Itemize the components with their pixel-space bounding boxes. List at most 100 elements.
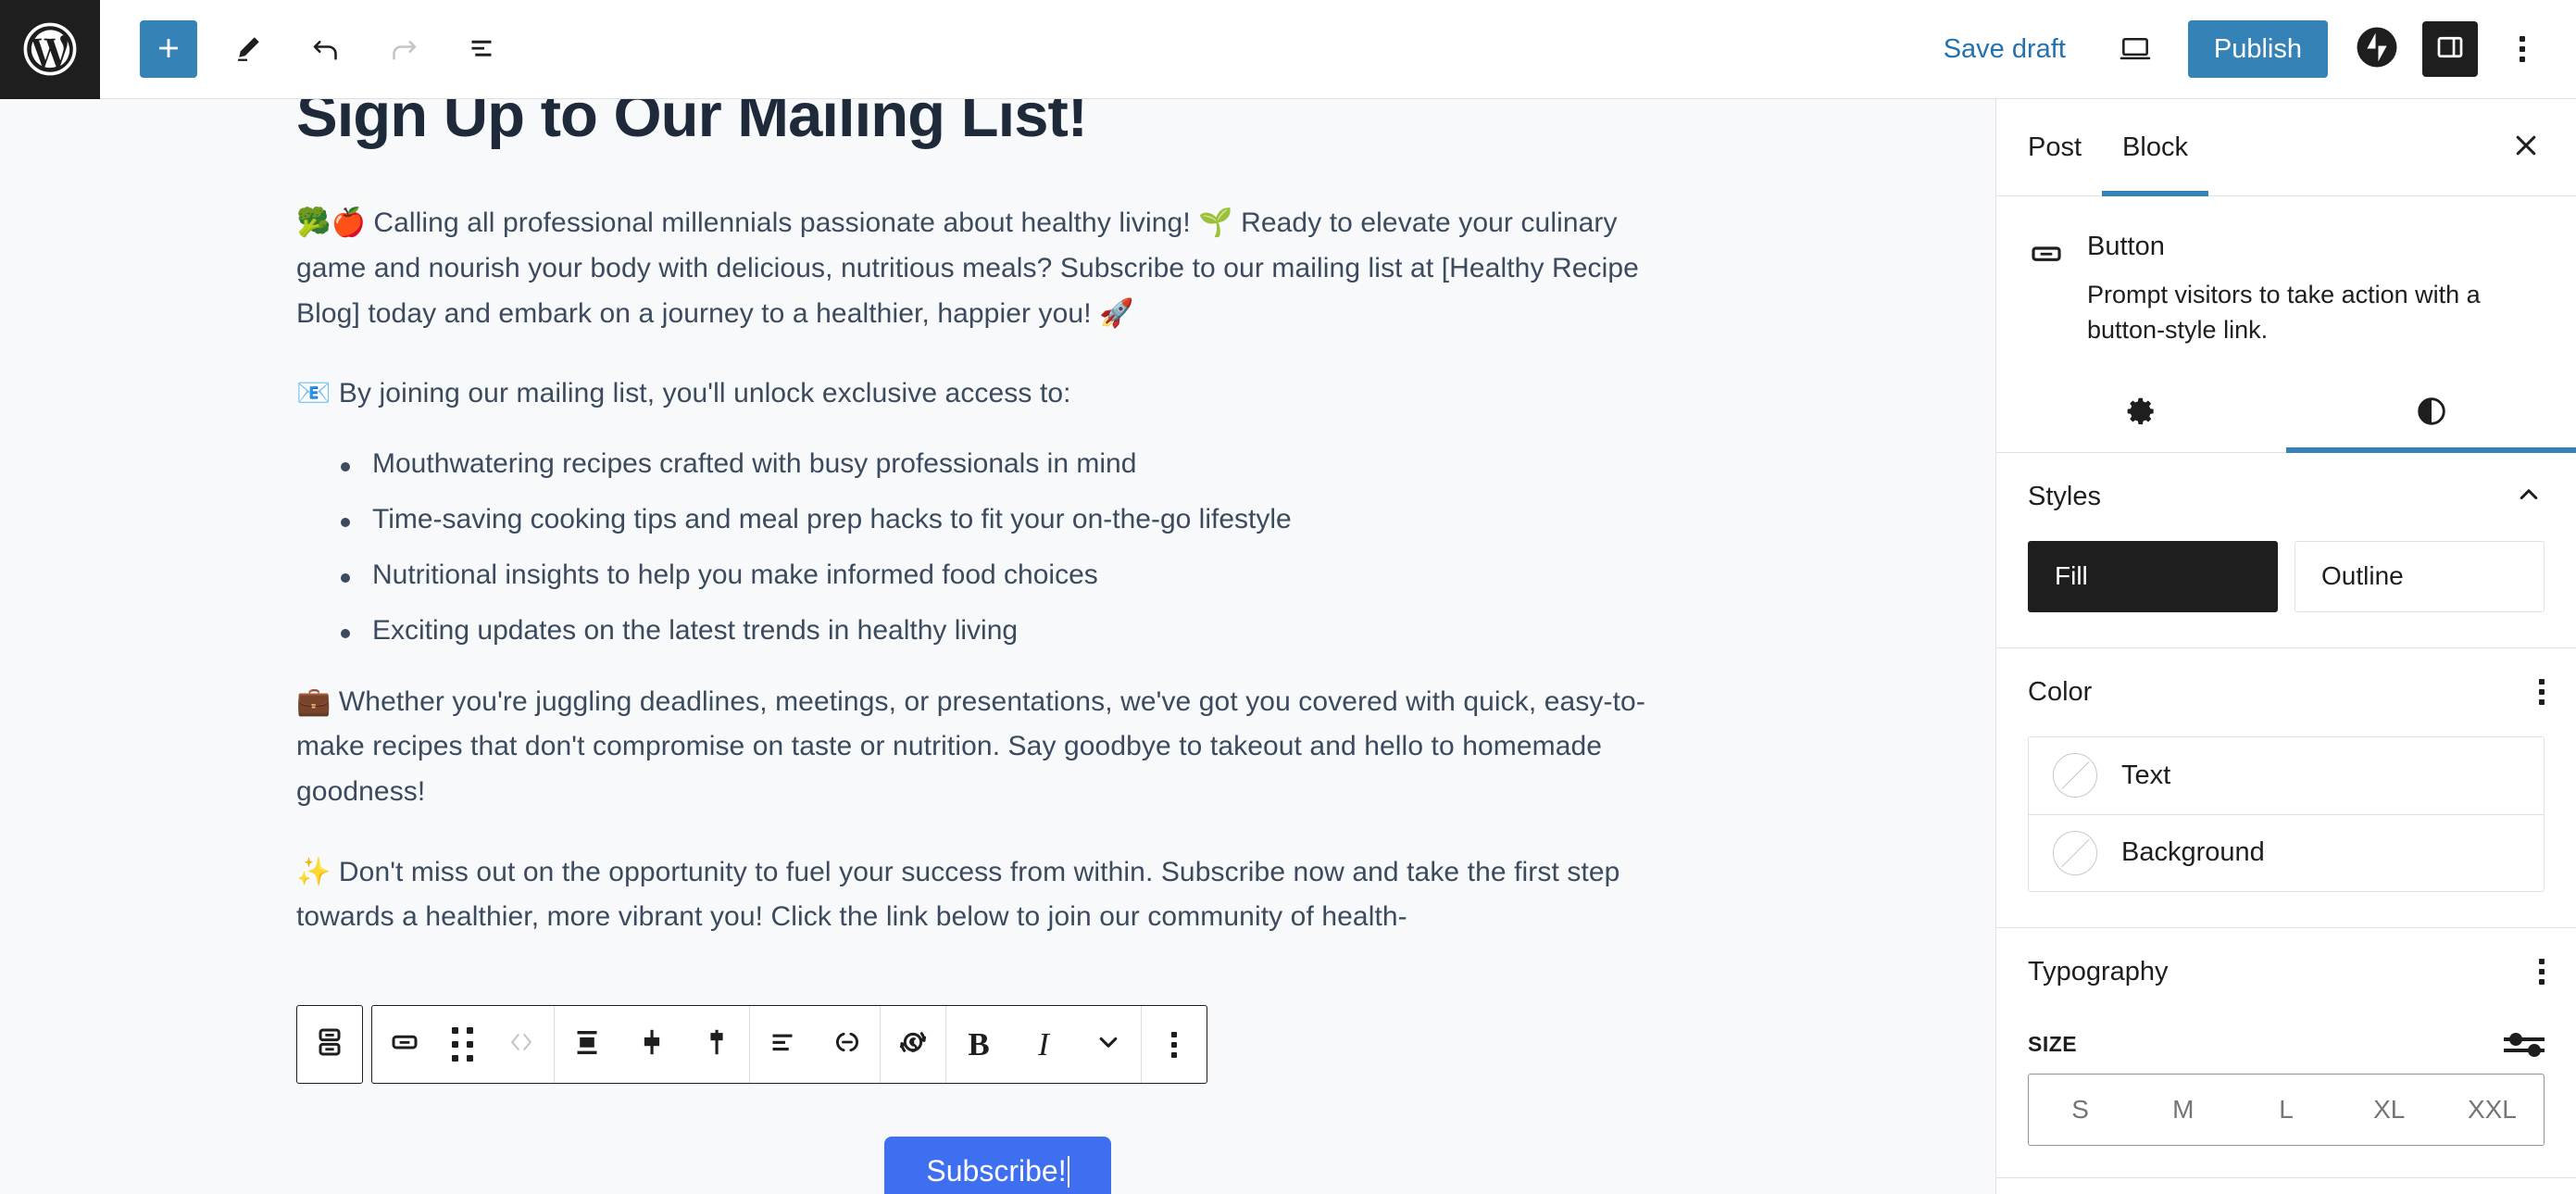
typography-section-header: Typography [2028, 928, 2545, 1016]
redo-button[interactable] [373, 19, 434, 80]
settings-sidebar: Post Block Button Prompt visitors to tak… [1995, 99, 2576, 1194]
tab-post[interactable]: Post [2007, 99, 2102, 196]
close-sidebar-button[interactable] [2500, 121, 2552, 173]
publish-button[interactable]: Publish [2187, 20, 2328, 78]
details-button[interactable] [451, 19, 512, 80]
desktop-icon [2118, 30, 2153, 69]
font-size-xxl[interactable]: XXL [2441, 1075, 2544, 1145]
styles-section-title: Styles [2028, 481, 2101, 511]
align-text-button[interactable] [750, 1006, 815, 1083]
text-caret [1067, 1156, 1069, 1188]
gear-icon [2124, 394, 2159, 434]
block-type-button[interactable] [372, 1006, 437, 1083]
align-bottom-icon [700, 1025, 733, 1063]
settings-tab[interactable] [1996, 376, 2286, 452]
preview-device-button[interactable] [2107, 20, 2164, 78]
more-formatting-button[interactable] [1076, 1006, 1141, 1083]
buttons-block: Subscribe! [0, 1137, 1995, 1194]
color-section-header: Color [2028, 648, 2545, 736]
align-middle-icon [635, 1025, 669, 1063]
block-card-icon [2028, 232, 2065, 348]
three-dots-vertical-icon[interactable] [2539, 679, 2545, 706]
undo-button[interactable] [295, 19, 356, 80]
block-card-title: Button [2087, 232, 2165, 261]
styles-tab[interactable] [2286, 376, 2576, 453]
tab-block[interactable]: Block [2102, 99, 2208, 196]
page-title[interactable]: Sign Up to Our Mailing List! [296, 99, 1685, 149]
align-bottom-button[interactable] [684, 1006, 749, 1083]
drag-handle[interactable] [437, 1006, 489, 1083]
list-item[interactable]: Time-saving cooking tips and meal prep h… [341, 505, 1685, 534]
link-icon [831, 1025, 864, 1063]
paragraph-block-2[interactable]: 📧 By joining our mailing list, you'll un… [296, 371, 1685, 417]
color-section: Color Text Background [1996, 648, 2576, 892]
no-color-swatch-icon [2053, 830, 2097, 875]
save-draft-button[interactable]: Save draft [1925, 25, 2084, 74]
chevron-up-icon[interactable] [2513, 479, 2545, 515]
italic-button[interactable]: I [1011, 1006, 1076, 1083]
style-option-fill[interactable]: Fill [2028, 540, 2278, 612]
three-dots-vertical-icon[interactable] [2539, 959, 2545, 986]
buttons-block-icon [311, 1024, 348, 1065]
insert-link-button[interactable] [815, 1006, 880, 1083]
redo-icon [387, 31, 420, 68]
size-control-header: SIZE [2028, 1016, 2545, 1074]
list-view-icon [465, 31, 498, 68]
select-parent-buttons-block[interactable] [297, 1006, 362, 1083]
font-size-m[interactable]: M [2132, 1075, 2234, 1145]
sidebar-tabs: Post Block [1996, 99, 2576, 196]
editor-header: Save draft Publish [0, 0, 2576, 99]
sidebar-panel-icon [2433, 31, 2467, 69]
font-size-l[interactable]: L [2234, 1075, 2337, 1145]
contrast-icon [2414, 394, 2449, 434]
styles-section-header[interactable]: Styles [2028, 453, 2545, 541]
color-option-text[interactable]: Text [2029, 736, 2544, 814]
align-middle-button[interactable] [619, 1006, 684, 1083]
sliders-icon[interactable] [2504, 1032, 2545, 1057]
ai-assistant-button[interactable] [881, 1006, 945, 1083]
paragraph-block-4[interactable]: ✨ Don't miss out on the opportunity to f… [296, 850, 1685, 940]
align-top-button[interactable] [555, 1006, 619, 1083]
paragraph-block-1[interactable]: 🥦🍎 Calling all professional millennials … [296, 201, 1685, 336]
parent-block-group [296, 1005, 363, 1084]
move-block-button[interactable] [489, 1006, 554, 1083]
list-item[interactable]: Mouthwatering recipes crafted with busy … [341, 449, 1685, 478]
ai-refresh-icon [894, 1024, 932, 1065]
header-right-toolbar: Save draft Publish [1925, 20, 2576, 78]
font-size-xl[interactable]: XL [2338, 1075, 2441, 1145]
pencil-icon [232, 32, 264, 67]
size-label: SIZE [2028, 1032, 2078, 1057]
button-block-icon [388, 1025, 421, 1063]
edit-tool-button[interactable] [218, 19, 279, 80]
style-option-outline[interactable]: Outline [2295, 540, 2545, 612]
editor-options-menu-button[interactable] [2496, 23, 2548, 75]
subscribe-button-label: Subscribe! [926, 1154, 1067, 1188]
font-size-s[interactable]: S [2029, 1075, 2132, 1145]
align-top-icon [570, 1025, 604, 1063]
list-item[interactable]: Exciting updates on the latest trends in… [341, 616, 1685, 645]
add-block-button[interactable] [140, 20, 197, 78]
wordpress-logo [21, 20, 79, 78]
plus-icon [153, 32, 184, 67]
typography-section-title: Typography [2028, 956, 2169, 987]
block-card-description: Prompt visitors to take action with a bu… [2087, 281, 2481, 345]
list-item[interactable]: Nutritional insights to help you make in… [341, 560, 1685, 589]
subscribe-button[interactable]: Subscribe! [884, 1137, 1111, 1194]
color-option-background[interactable]: Background [2029, 813, 2544, 891]
wordpress-logo-button[interactable] [0, 0, 100, 99]
paragraph-block-3[interactable]: 💼 Whether you're juggling deadlines, mee… [296, 680, 1685, 815]
undo-icon [309, 31, 343, 68]
settings-sidebar-toggle[interactable] [2422, 21, 2478, 77]
styles-section: Styles Fill Outline [1996, 453, 2576, 647]
color-options-list: Text Background [2028, 735, 2545, 892]
style-variation-options: Fill Outline [2028, 540, 2545, 647]
block-card: Button Prompt visitors to take action wi… [1996, 196, 2576, 367]
drag-grip-icon [452, 1027, 474, 1062]
sidebar-icon-tabs [1996, 376, 2576, 453]
typography-section: Typography SIZE S M L XL XXL [1996, 928, 2576, 1146]
block-toolbar: B I [296, 1005, 1207, 1084]
bold-button[interactable]: B [946, 1006, 1011, 1083]
color-section-title: Color [2028, 676, 2093, 707]
block-options-button[interactable] [1142, 1006, 1207, 1083]
jetpack-button[interactable] [2352, 24, 2402, 74]
